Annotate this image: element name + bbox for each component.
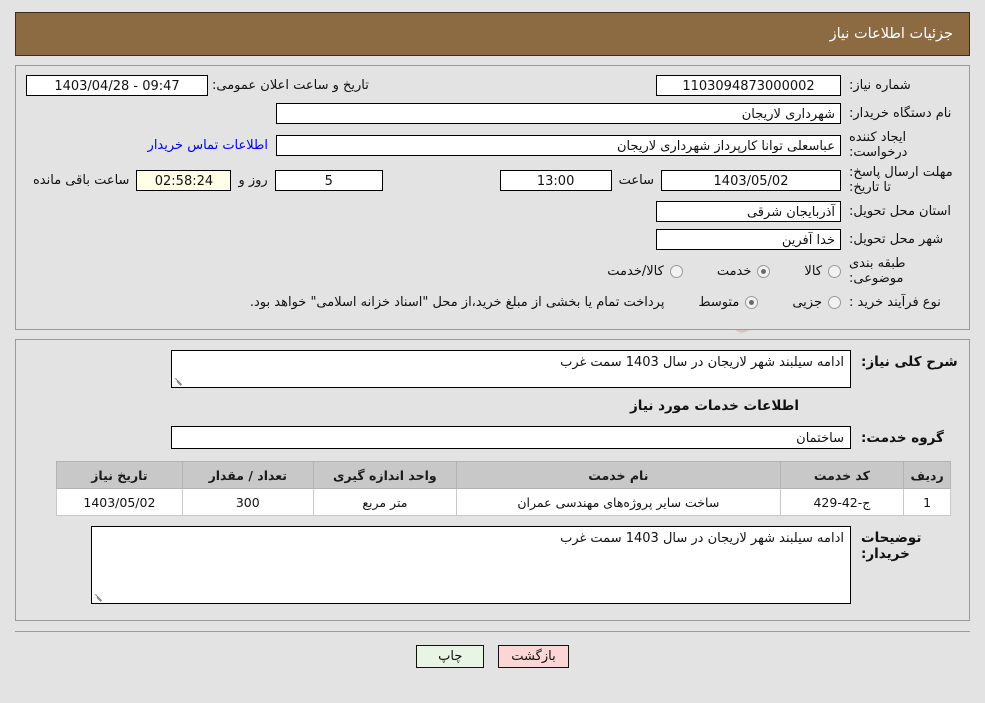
items-table-wrapper: ردیف کد خدمت نام خدمت واحد اندازه گیری ت… — [26, 461, 959, 516]
field-general-need[interactable]: ادامه سیلبند شهر لاریجان در سال 1403 سمت… — [171, 350, 851, 388]
label-deadline: مهلت ارسال پاسخ: تا تاریخ: — [849, 165, 953, 195]
field-request-creator[interactable]: عباسعلی توانا کارپرداز شهرداری لاریجان — [276, 134, 841, 156]
radio-circle-khedmat[interactable] — [757, 264, 771, 278]
label-general-need: شرح کلی نیاز: — [861, 354, 958, 370]
cell-service-code: ج-42-429 — [779, 488, 905, 516]
th-unit: واحد اندازه گیری — [312, 461, 458, 489]
label-announce-datetime: تاریخ و ساعت اعلان عمومی: — [212, 78, 369, 93]
field-delivery-province[interactable]: آذربایجان شرقی — [656, 201, 841, 222]
radio-option-kala[interactable]: کالا — [804, 264, 841, 279]
radio-option-khedmat[interactable]: خدمت — [717, 264, 771, 279]
label-countdown: ساعت باقی مانده — [33, 172, 130, 188]
cell-unit: متر مربع — [312, 488, 458, 516]
cell-quantity: 300 — [181, 488, 314, 516]
cell-service-name: ساخت سایر پروژه‌های مهندسی عمران — [456, 488, 781, 516]
items-table: ردیف کد خدمت نام خدمت واحد اندازه گیری ت… — [56, 461, 951, 516]
items-header-row: ردیف کد خدمت نام خدمت واحد اندازه گیری ت… — [56, 461, 951, 489]
radio-option-jozei[interactable]: جزیی — [792, 295, 841, 310]
row-request-creator: ایجاد کننده درخواست: عباسعلی توانا کارپر… — [26, 130, 959, 160]
footer-button-bar: بازگشت چاپ — [0, 645, 985, 668]
field-deadline-date[interactable]: 1403/05/02 — [661, 169, 841, 191]
need-info-panel: شماره نیاز: 1103094873000002 تاریخ و ساع… — [15, 65, 970, 330]
radio-circle-kala[interactable] — [828, 264, 841, 278]
radio-group-subject-classification: کالا خدمت کالا/خدمت — [573, 264, 841, 279]
footer-divider — [15, 631, 970, 632]
row-purchase-process: نوع فرآیند خرید : جزیی متوسط پرداخت تمام… — [26, 291, 959, 314]
field-countdown-timer: 02:58:24 — [136, 169, 232, 191]
label-delivery-province: استان محل تحویل: — [849, 204, 951, 219]
row-deadline: مهلت ارسال پاسخ: تا تاریخ: 1403/05/02 سا… — [26, 165, 959, 195]
label-service-group: گروه خدمت: — [861, 429, 944, 446]
label-remaining-days: روز و — [238, 172, 268, 188]
field-announce-datetime[interactable]: 09:47 - 1403/04/28 — [26, 75, 208, 96]
label-purchase-process: نوع فرآیند خرید : — [849, 295, 941, 310]
row-delivery-province: استان محل تحویل: آذربایجان شرقی — [26, 200, 959, 223]
radio-label-kala: کالا — [804, 263, 822, 279]
row-buyer-notes: توضیحات خریدار: ادامه سیلبند شهر لاریجان… — [26, 526, 959, 604]
cell-need-date: 1403/05/02 — [56, 488, 183, 516]
services-section-title: اطلاعات خدمات مورد نیاز — [629, 398, 799, 414]
page-title: جزئیات اطلاعات نیاز — [829, 26, 953, 42]
page-root: جزئیات اطلاعات نیاز شماره نیاز: 11030948… — [0, 12, 985, 668]
row-service-group: گروه خدمت: ساختمان — [26, 426, 959, 449]
field-need-number[interactable]: 1103094873000002 — [656, 75, 841, 96]
items-table-head: ردیف کد خدمت نام خدمت واحد اندازه گیری ت… — [56, 461, 951, 489]
radio-circle-kala-khedmat[interactable] — [669, 264, 683, 278]
th-quantity: تعداد / مقدار — [181, 461, 314, 489]
resize-grip-icon-notes[interactable] — [94, 592, 104, 602]
th-service-name: نام خدمت — [456, 461, 781, 489]
th-service-code: کد خدمت — [779, 461, 905, 489]
items-table-body: 1 ج-42-429 ساخت سایر پروژه‌های مهندسی عم… — [56, 488, 951, 516]
table-row: 1 ج-42-429 ساخت سایر پروژه‌های مهندسی عم… — [56, 488, 951, 516]
radio-label-kala-khedmat: کالا/خدمت — [607, 263, 664, 279]
row-delivery-city: شهر محل تحویل: خدا آفرین — [26, 228, 959, 251]
print-button[interactable]: چاپ — [416, 645, 485, 668]
page-header: جزئیات اطلاعات نیاز — [15, 12, 970, 56]
buyer-contact-link[interactable]: اطلاعات تماس خریدار — [140, 138, 276, 153]
label-buyer-notes: توضیحات خریدار: — [861, 530, 922, 562]
cell-radif: 1 — [903, 488, 951, 516]
field-deadline-hour[interactable]: 13:00 — [499, 169, 612, 191]
label-delivery-city: شهر محل تحویل: — [849, 232, 944, 247]
field-remaining-days: 5 — [274, 169, 383, 191]
th-need-date: تاریخ نیاز — [56, 461, 183, 489]
label-subject-classification: طبقه بندی موضوعی: — [849, 256, 906, 286]
radio-circle-motevaset[interactable] — [745, 296, 759, 309]
radio-label-motevaset: متوسط — [698, 295, 740, 310]
label-need-number: شماره نیاز: — [849, 78, 911, 93]
field-delivery-city[interactable]: خدا آفرین — [656, 229, 841, 250]
th-radif: ردیف — [903, 461, 951, 489]
back-button[interactable]: بازگشت — [498, 645, 569, 668]
field-service-group[interactable]: ساختمان — [171, 426, 851, 449]
label-buyer-org: نام دستگاه خریدار: — [849, 106, 952, 121]
radio-group-purchase-process: جزیی متوسط — [664, 295, 841, 310]
field-buyer-org[interactable]: شهرداری لاریجان — [276, 103, 841, 124]
radio-label-jozei: جزیی — [792, 295, 822, 310]
purchase-process-note: پرداخت تمام یا بخشی از مبلغ خرید،از محل … — [249, 295, 665, 310]
row-general-need: شرح کلی نیاز: ادامه سیلبند شهر لاریجان د… — [26, 350, 959, 388]
row-subject-classification: طبقه بندی موضوعی: کالا خدمت کالا/خدمت — [26, 256, 959, 286]
radio-circle-jozei[interactable] — [828, 296, 841, 309]
row-buyer-org: نام دستگاه خریدار: شهرداری لاریجان — [26, 102, 959, 125]
label-deadline-hour: ساعت — [618, 172, 654, 188]
buyer-notes-text: ادامه سیلبند شهر لاریجان در سال 1403 سمت… — [560, 531, 844, 546]
radio-option-motevaset[interactable]: متوسط — [698, 295, 759, 310]
row-need-number: شماره نیاز: 1103094873000002 تاریخ و ساع… — [26, 74, 959, 97]
radio-label-khedmat: خدمت — [716, 263, 752, 279]
radio-option-kala-khedmat[interactable]: کالا/خدمت — [607, 264, 683, 279]
resize-grip-icon[interactable] — [174, 376, 184, 386]
label-request-creator: ایجاد کننده درخواست: — [849, 130, 908, 160]
services-panel: شرح کلی نیاز: ادامه سیلبند شهر لاریجان د… — [15, 339, 970, 621]
field-buyer-notes[interactable]: ادامه سیلبند شهر لاریجان در سال 1403 سمت… — [91, 526, 851, 604]
general-need-text: ادامه سیلبند شهر لاریجان در سال 1403 سمت… — [560, 355, 844, 370]
